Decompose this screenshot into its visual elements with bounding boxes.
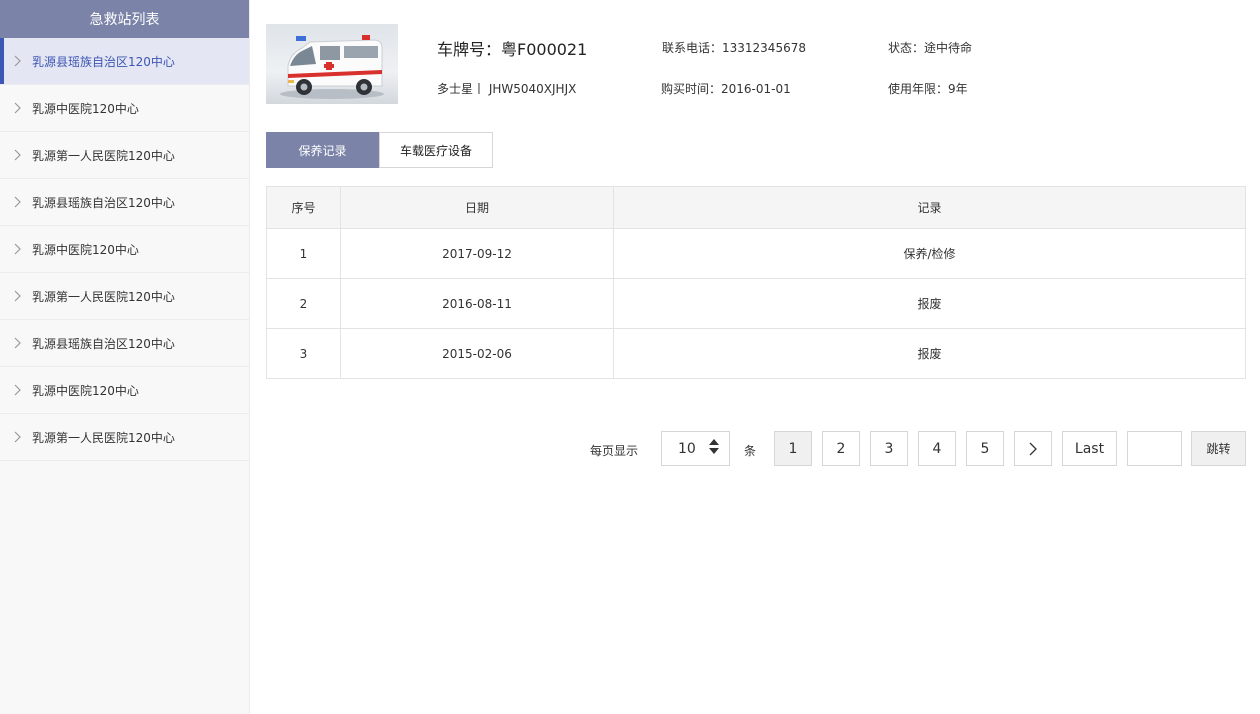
column-header-index: 序号	[266, 186, 341, 229]
page-button-5[interactable]: 5	[966, 431, 1004, 466]
cell-record: 保养/检修	[613, 228, 1246, 279]
cell-index: 1	[266, 228, 341, 279]
purchase-date: 购买时间：2016-01-01	[661, 82, 791, 96]
chevron-right-icon	[14, 146, 32, 164]
sidebar-item-label: 乳源中医院120中心	[32, 242, 139, 257]
jump-button[interactable]: 跳转	[1191, 431, 1246, 466]
sidebar-item-station-5[interactable]: 乳源中医院120中心	[0, 226, 249, 273]
column-header-record: 记录	[613, 186, 1246, 229]
sidebar-item-station-1[interactable]: 乳源县瑶族自治区120中心	[0, 38, 249, 85]
cell-record: 报废	[613, 328, 1246, 379]
cell-date: 2015-02-06	[340, 328, 614, 379]
sidebar-item-label: 乳源第一人民医院120中心	[32, 148, 175, 163]
chevron-right-icon	[14, 381, 32, 399]
chevron-right-icon	[14, 428, 32, 446]
sidebar-item-station-7[interactable]: 乳源县瑶族自治区120中心	[0, 320, 249, 367]
sidebar-item-station-2[interactable]: 乳源中医院120中心	[0, 85, 249, 132]
last-page-button[interactable]: Last	[1062, 431, 1117, 466]
table-row: 1 2017-09-12 保养/检修	[266, 228, 1246, 279]
page-button-2[interactable]: 2	[822, 431, 860, 466]
chevron-right-icon	[1029, 442, 1037, 455]
jump-page-input[interactable]	[1127, 431, 1182, 466]
service-years: 使用年限：9年	[888, 82, 968, 96]
per-page-label: 每页显示	[590, 444, 639, 458]
sidebar-item-label: 乳源第一人民医院120中心	[32, 430, 175, 445]
vehicle-model: 多士星丨 JHW5040XJHJX	[437, 82, 577, 96]
chevron-right-icon	[14, 287, 32, 305]
cell-record: 报废	[613, 278, 1246, 329]
page-button-4[interactable]: 4	[918, 431, 956, 466]
tab-medical-equipment[interactable]: 车载医疗设备	[379, 132, 493, 168]
page-size-stepper[interactable]: 10	[661, 431, 730, 466]
ambulance-image	[266, 24, 398, 104]
plate-number: 车牌号：粤F000021	[437, 40, 588, 59]
cell-date: 2016-08-11	[340, 278, 614, 329]
sidebar-item-station-3[interactable]: 乳源第一人民医院120中心	[0, 132, 249, 179]
sidebar-item-label: 乳源县瑶族自治区120中心	[32, 54, 175, 69]
contact-phone: 联系电话：13312345678	[662, 41, 806, 55]
sidebar-item-label: 乳源中医院120中心	[32, 101, 139, 116]
sidebar: 急救站列表 乳源县瑶族自治区120中心 乳源中医院120中心 乳源第一人民医院1…	[0, 0, 250, 714]
chevron-right-icon	[14, 52, 32, 70]
sidebar-title: 急救站列表	[0, 0, 249, 38]
records-table: 序号 日期 记录 1 2017-09-12 保养/检修 2 2016-08-11…	[266, 186, 1246, 379]
sidebar-item-station-9[interactable]: 乳源第一人民医院120中心	[0, 414, 249, 461]
chevron-right-icon	[14, 99, 32, 117]
table-row: 3 2015-02-06 报废	[266, 328, 1246, 379]
column-header-date: 日期	[340, 186, 614, 229]
sidebar-item-label: 乳源县瑶族自治区120中心	[32, 195, 175, 210]
chevron-right-icon	[14, 193, 32, 211]
vehicle-status: 状态：途中待命	[888, 41, 973, 55]
sidebar-item-label: 乳源中医院120中心	[32, 383, 139, 398]
sidebar-item-station-6[interactable]: 乳源第一人民医院120中心	[0, 273, 249, 320]
per-page-unit: 条	[744, 444, 757, 458]
sidebar-item-label: 乳源第一人民医院120中心	[32, 289, 175, 304]
table-row: 2 2016-08-11 报废	[266, 278, 1246, 329]
chevron-right-icon	[14, 334, 32, 352]
cell-index: 2	[266, 278, 341, 329]
sidebar-item-station-4[interactable]: 乳源县瑶族自治区120中心	[0, 179, 249, 226]
sidebar-item-station-8[interactable]: 乳源中医院120中心	[0, 367, 249, 414]
page-button-3[interactable]: 3	[870, 431, 908, 466]
next-page-button[interactable]	[1014, 431, 1052, 466]
spinner-icon[interactable]	[709, 439, 719, 454]
sidebar-item-label: 乳源县瑶族自治区120中心	[32, 336, 175, 351]
page-button-1[interactable]: 1	[774, 431, 812, 466]
cell-index: 3	[266, 328, 341, 379]
page-size-value: 10	[678, 440, 696, 457]
cell-date: 2017-09-12	[340, 228, 614, 279]
tab-maintenance-records[interactable]: 保养记录	[266, 132, 379, 168]
table-header-row: 序号 日期 记录	[266, 186, 1246, 229]
chevron-right-icon	[14, 240, 32, 258]
